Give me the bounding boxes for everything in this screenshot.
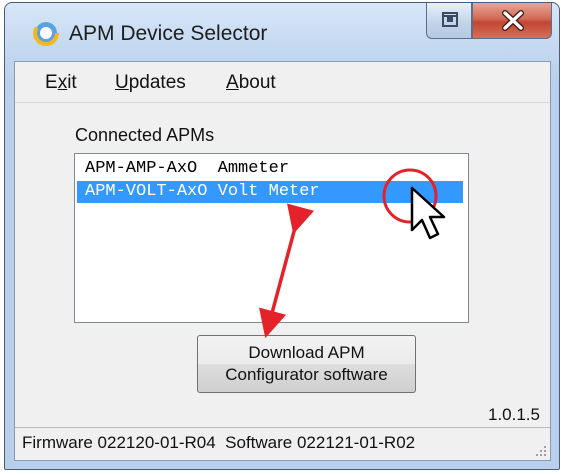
version-label: 1.0.1.5 bbox=[488, 405, 540, 424]
device-list-item-selected[interactable]: APM-VOLT-AxO Volt Meter bbox=[77, 181, 463, 203]
device-list-item[interactable]: APM-AMP-AxO Ammeter bbox=[77, 158, 289, 180]
resize-grip-icon[interactable] bbox=[533, 443, 547, 457]
menu-exit-prefix: E bbox=[45, 72, 58, 93]
menu-exit-suffix: it bbox=[67, 72, 77, 93]
device-listbox[interactable]: APM-AMP-AxO Ammeter APM-VOLT-AxO Volt Me… bbox=[74, 153, 469, 323]
title-bar[interactable]: APM Device Selector bbox=[5, 3, 559, 61]
menu-updates-suffix: pdates bbox=[128, 72, 186, 93]
app-window: APM Device Selector Exit Updates About C… bbox=[4, 2, 560, 470]
menu-exit-mnemonic: x bbox=[57, 72, 68, 93]
connected-apms-label: Connected APMs bbox=[75, 125, 215, 145]
app-ring-icon bbox=[33, 20, 59, 46]
download-button-line2: Configurator software bbox=[225, 365, 388, 384]
download-configurator-button[interactable]: Download APM Configurator software bbox=[197, 335, 416, 393]
close-icon bbox=[502, 10, 524, 31]
menu-updates-mnemonic: U bbox=[115, 72, 129, 93]
client-area: Exit Updates About Connected APMs APM-AM… bbox=[14, 61, 551, 461]
menu-about-mnemonic: A bbox=[226, 72, 239, 93]
menu-bar: Exit Updates About bbox=[15, 62, 550, 103]
status-text: Firmware 022120-01-R04 Software 022121-0… bbox=[22, 433, 416, 452]
menu-about-suffix: bout bbox=[238, 72, 276, 93]
restore-icon bbox=[442, 12, 458, 27]
menu-about[interactable]: About bbox=[226, 72, 276, 94]
download-button-line1: Download APM bbox=[248, 343, 365, 362]
window-title: APM Device Selector bbox=[69, 22, 268, 45]
restore-button[interactable] bbox=[426, 3, 472, 39]
menu-updates[interactable]: Updates bbox=[115, 72, 186, 94]
menu-exit[interactable]: Exit bbox=[45, 72, 77, 94]
close-button[interactable] bbox=[472, 3, 552, 39]
status-bar: Firmware 022120-01-R04 Software 022121-0… bbox=[15, 427, 550, 460]
